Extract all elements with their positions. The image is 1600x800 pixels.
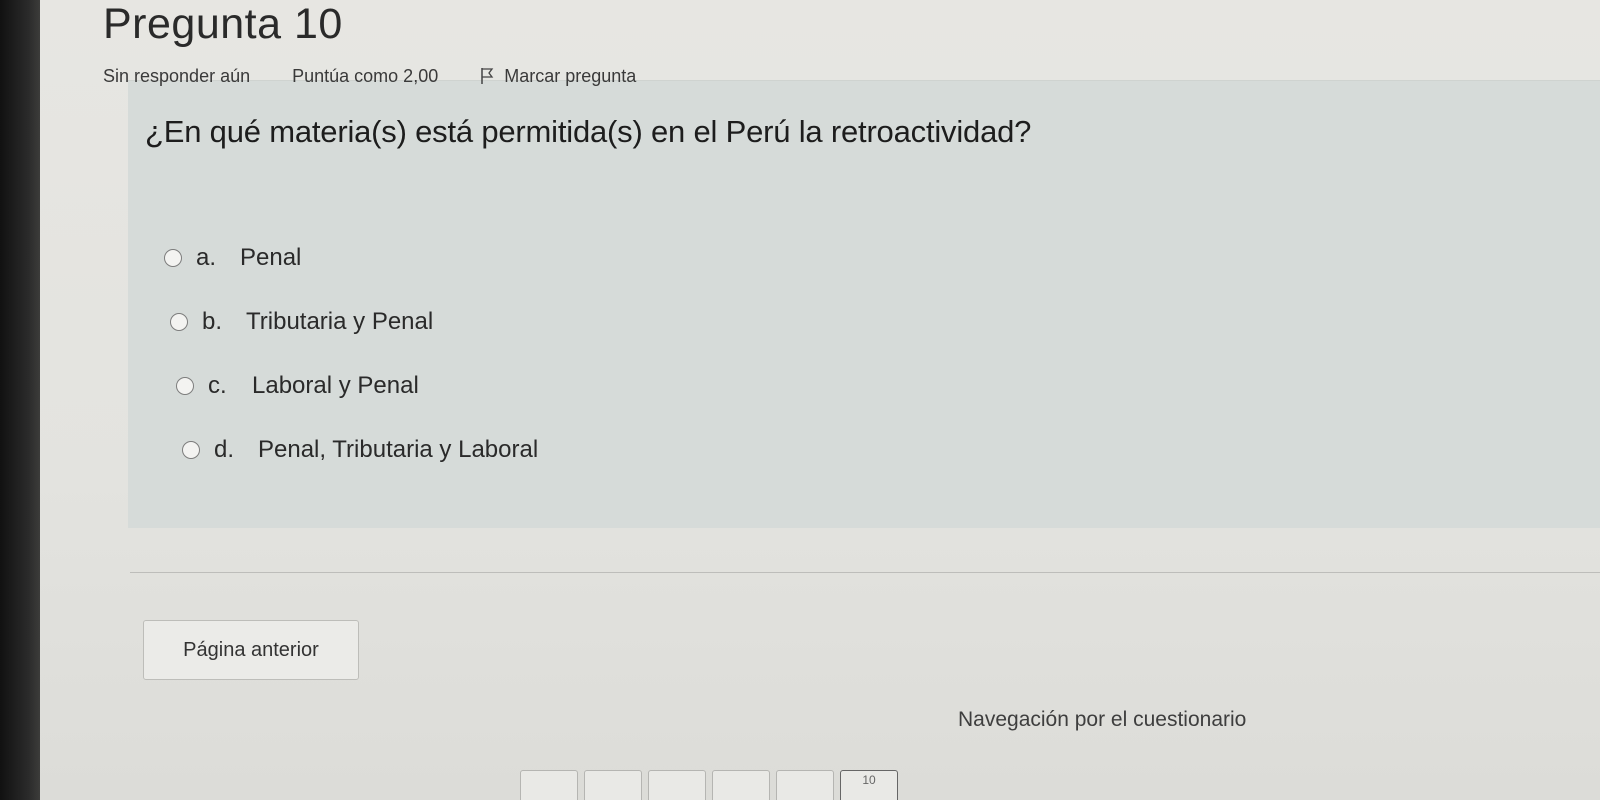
- screen-bezel: [0, 0, 40, 800]
- answer-option-b[interactable]: b. Tributaria y Penal: [170, 308, 433, 336]
- answer-letter: c.: [208, 372, 227, 399]
- previous-page-button[interactable]: Página anterior: [143, 620, 359, 680]
- answer-label: Laboral y Penal: [252, 372, 419, 399]
- radio-icon[interactable]: [176, 377, 194, 395]
- quiz-navigation-strip: 10: [520, 770, 898, 800]
- question-info: Sin responder aún Puntúa como 2,00 Marca…: [103, 64, 636, 88]
- quiz-nav-button[interactable]: [520, 770, 578, 800]
- quiz-nav-button[interactable]: [776, 770, 834, 800]
- question-score: Puntúa como 2,00: [292, 65, 439, 86]
- question-title: Pregunta 10: [103, 0, 343, 48]
- divider: [130, 572, 1600, 573]
- radio-icon[interactable]: [164, 249, 182, 267]
- answer-option-a[interactable]: a. Penal: [164, 244, 301, 272]
- answer-letter: a.: [196, 244, 217, 271]
- radio-icon[interactable]: [170, 313, 188, 331]
- flag-question-label: Marcar pregunta: [504, 65, 637, 86]
- radio-icon[interactable]: [182, 441, 200, 459]
- answer-option-c[interactable]: c. Laboral y Penal: [176, 372, 419, 400]
- answer-option-d[interactable]: d. Penal, Tributaria y Laboral: [182, 436, 538, 464]
- question-status: Sin responder aún: [103, 65, 251, 86]
- flag-icon: [481, 68, 494, 84]
- quiz-navigation-title: Navegación por el cuestionario: [958, 708, 1247, 731]
- quiz-nav-button[interactable]: [584, 770, 642, 800]
- quiz-nav-button[interactable]: [648, 770, 706, 800]
- question-text: ¿En qué materia(s) está permitida(s) en …: [145, 114, 1032, 149]
- quiz-nav-button-current[interactable]: 10: [840, 770, 898, 800]
- answer-letter: d.: [214, 436, 235, 463]
- answer-label: Penal, Tributaria y Laboral: [258, 436, 539, 463]
- quiz-nav-button[interactable]: [712, 770, 770, 800]
- answer-letter: b.: [202, 308, 223, 335]
- answer-label: Penal: [240, 244, 302, 271]
- flag-question-link[interactable]: Marcar pregunta: [480, 66, 636, 87]
- answer-label: Tributaria y Penal: [246, 308, 434, 335]
